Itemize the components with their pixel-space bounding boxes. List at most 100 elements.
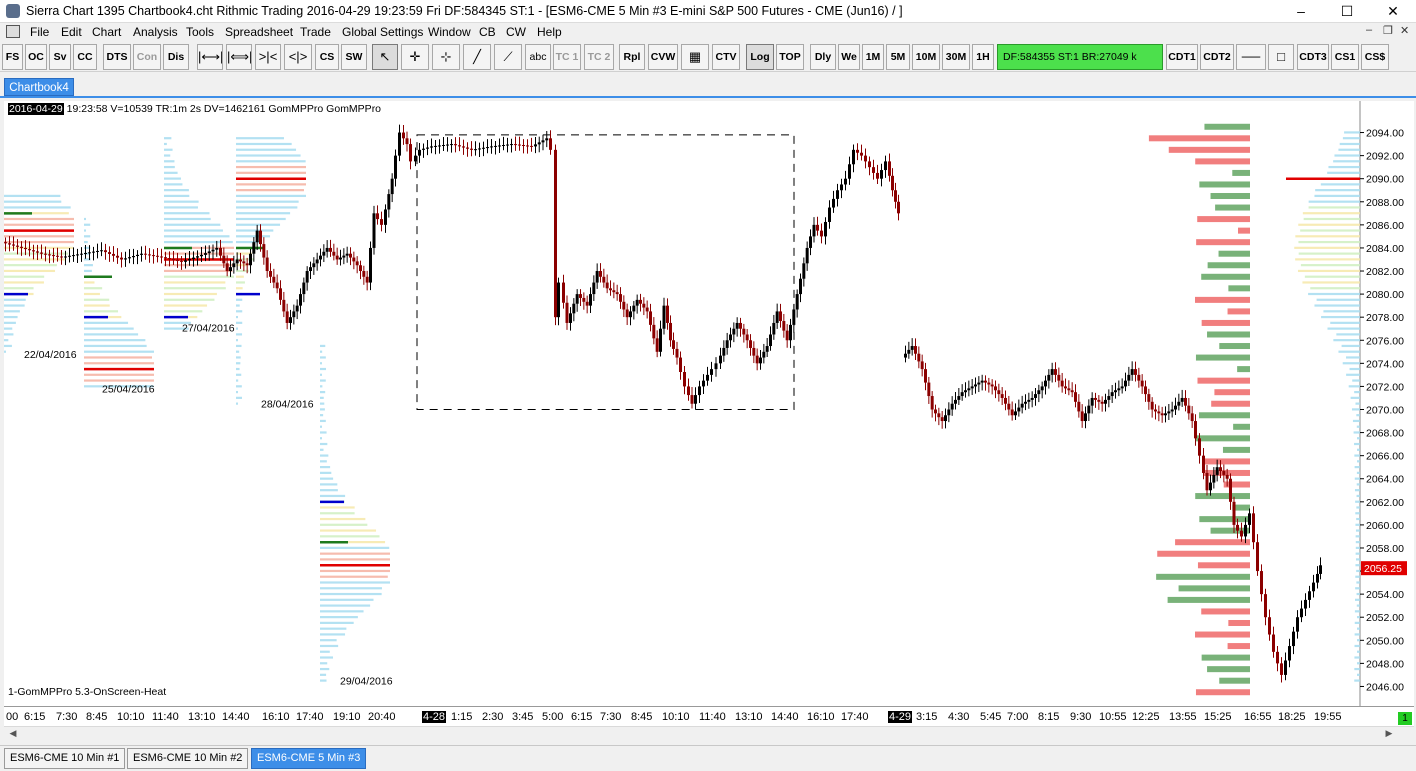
chart-canvas[interactable]: 2094.00 2092.00 2090.00 2088.00 2086.00 2084.… (4, 101, 1414, 706)
cdt3-button[interactable]: CDT3 (1297, 44, 1329, 70)
scroll-right-icon[interactable]: ▶ (1382, 727, 1396, 740)
profile-bar (320, 662, 328, 665)
cdt2-button[interactable]: CDT2 (1200, 44, 1234, 70)
ctv-button[interactable]: CTV (712, 44, 740, 70)
cc-button[interactable]: CC (73, 44, 97, 70)
weekly-button[interactable]: We (838, 44, 860, 70)
cs-button[interactable]: CS (315, 44, 339, 70)
candle-body (1300, 608, 1303, 618)
grid-tool-icon[interactable]: ▦ (681, 44, 709, 70)
tab-esm6-10min-2[interactable]: ESM6-CME 10 Min #2 (127, 748, 249, 769)
mdi-close-button[interactable]: ✕ (1400, 24, 1409, 37)
rpl-button[interactable]: Rpl (619, 44, 645, 70)
5m-button[interactable]: 5M (886, 44, 910, 70)
developing-profile-bar (1354, 656, 1360, 659)
session-volume-bar (1207, 262, 1250, 269)
crosshair-icon[interactable]: ✛ (401, 44, 429, 70)
menu-edit[interactable]: Edit (61, 25, 82, 39)
cdt1-button[interactable]: CDT1 (1166, 44, 1198, 70)
developing-profile-bar (1356, 494, 1360, 498)
y-tick-label: 2046.00 (1366, 681, 1404, 693)
menu-cw[interactable]: CW (506, 25, 526, 39)
tc1-button[interactable]: TC 1 (553, 44, 581, 70)
scroll-left-icon[interactable]: ◀ (6, 727, 20, 740)
candle-body (315, 259, 319, 264)
menu-chart[interactable]: Chart (92, 25, 121, 39)
candle-body (1198, 438, 1201, 456)
sw-button[interactable]: SW (341, 44, 367, 70)
top-button[interactable]: TOP (776, 44, 804, 70)
line-tool-icon[interactable]: ╱ (463, 44, 491, 70)
menu-trade[interactable]: Trade (300, 25, 331, 39)
developing-profile-bar (1354, 644, 1360, 648)
ray-tool-icon[interactable]: ⟋ (494, 44, 522, 70)
candle-body (120, 257, 123, 260)
candle-body (442, 145, 445, 147)
cs1-button[interactable]: CS1 (1331, 44, 1359, 70)
cursor-line-icon[interactable]: ⊹ (432, 44, 460, 70)
dts-button[interactable]: DTS (103, 44, 131, 70)
menu-file[interactable]: File (30, 25, 49, 39)
candle-body (414, 155, 417, 162)
profile-bar (320, 460, 327, 463)
menu-window[interactable]: Window (428, 25, 471, 39)
minimize-button[interactable]: – (1278, 0, 1324, 23)
candle-body (785, 330, 789, 341)
con-button[interactable]: Con (133, 44, 161, 70)
time-tick-label: 18:25 (1278, 711, 1306, 723)
horizontal-line-icon[interactable]: ── (1236, 44, 1266, 70)
candle-body (1256, 542, 1259, 572)
candle-body (1057, 374, 1061, 381)
candle-body (1212, 474, 1216, 483)
candle-body (1229, 478, 1232, 502)
menu-spreadsheet[interactable]: Spreadsheet (225, 25, 293, 39)
fs-button[interactable]: FS (2, 44, 23, 70)
profile-bar (4, 333, 14, 336)
10m-button[interactable]: 10M (912, 44, 940, 70)
tab-esm6-10min-1[interactable]: ESM6-CME 10 Min #1 (4, 748, 126, 769)
time-tick-label: 16:55 (1244, 711, 1272, 723)
30m-button[interactable]: 30M (942, 44, 970, 70)
pointer-icon[interactable]: ↖ (372, 44, 398, 70)
cvw-button[interactable]: CVW (648, 44, 678, 70)
dis-button[interactable]: Dis (163, 44, 189, 70)
candle-body (622, 301, 626, 310)
tab-chartbook4[interactable]: Chartbook4 (4, 78, 74, 96)
log-button[interactable]: Log (746, 44, 774, 70)
session-volume-bar (1167, 596, 1250, 603)
1m-button[interactable]: 1M (862, 44, 884, 70)
horizontal-scrollbar[interactable]: ◀ ▶ (4, 726, 1414, 740)
tab-esm6-5min-3[interactable]: ESM6-CME 5 Min #3 (251, 748, 367, 769)
candle-body (12, 244, 15, 246)
profile-bar (236, 402, 238, 405)
daily-button[interactable]: Dly (810, 44, 836, 70)
price-chart[interactable]: 2094.00 2092.00 2090.00 2088.00 2086.00 2084.… (4, 101, 1414, 706)
text-tool-button[interactable]: abc (525, 44, 551, 70)
close-button[interactable]: ✕ (1370, 0, 1416, 23)
cs-dollar-button[interactable]: CS$ (1361, 44, 1389, 70)
menu-analysis[interactable]: Analysis (133, 25, 178, 39)
candle-body (28, 249, 31, 251)
profile-bar (4, 258, 66, 261)
maximize-button[interactable]: ☐ (1324, 0, 1370, 23)
fit-width-icon[interactable]: |⟷| (197, 44, 223, 70)
1h-button[interactable]: 1H (972, 44, 994, 70)
sv-button[interactable]: Sv (49, 44, 71, 70)
mdi-restore-button[interactable]: ❐ (1383, 24, 1393, 37)
menu-global-settings[interactable]: Global Settings (342, 25, 423, 39)
mdi-minimize-button[interactable]: – (1366, 24, 1372, 36)
profile-bar (236, 281, 245, 284)
menu-tools[interactable]: Tools (186, 25, 214, 39)
zoom-out-icon[interactable]: <|> (284, 44, 312, 70)
fit-width-2-icon[interactable]: |⟺| (226, 44, 252, 70)
mdi-window-icon[interactable] (6, 25, 20, 38)
menu-help[interactable]: Help (537, 25, 562, 39)
tc2-button[interactable]: TC 2 (584, 44, 614, 70)
profile-bar (164, 292, 217, 296)
rectangle-icon[interactable]: □ (1268, 44, 1294, 70)
zoom-in-icon[interactable]: >|< (255, 44, 281, 70)
menu-cb[interactable]: CB (479, 25, 496, 39)
oc-button[interactable]: OC (25, 44, 47, 70)
candle-body (1292, 631, 1295, 647)
y-tick-label: 2062.00 (1366, 497, 1404, 509)
